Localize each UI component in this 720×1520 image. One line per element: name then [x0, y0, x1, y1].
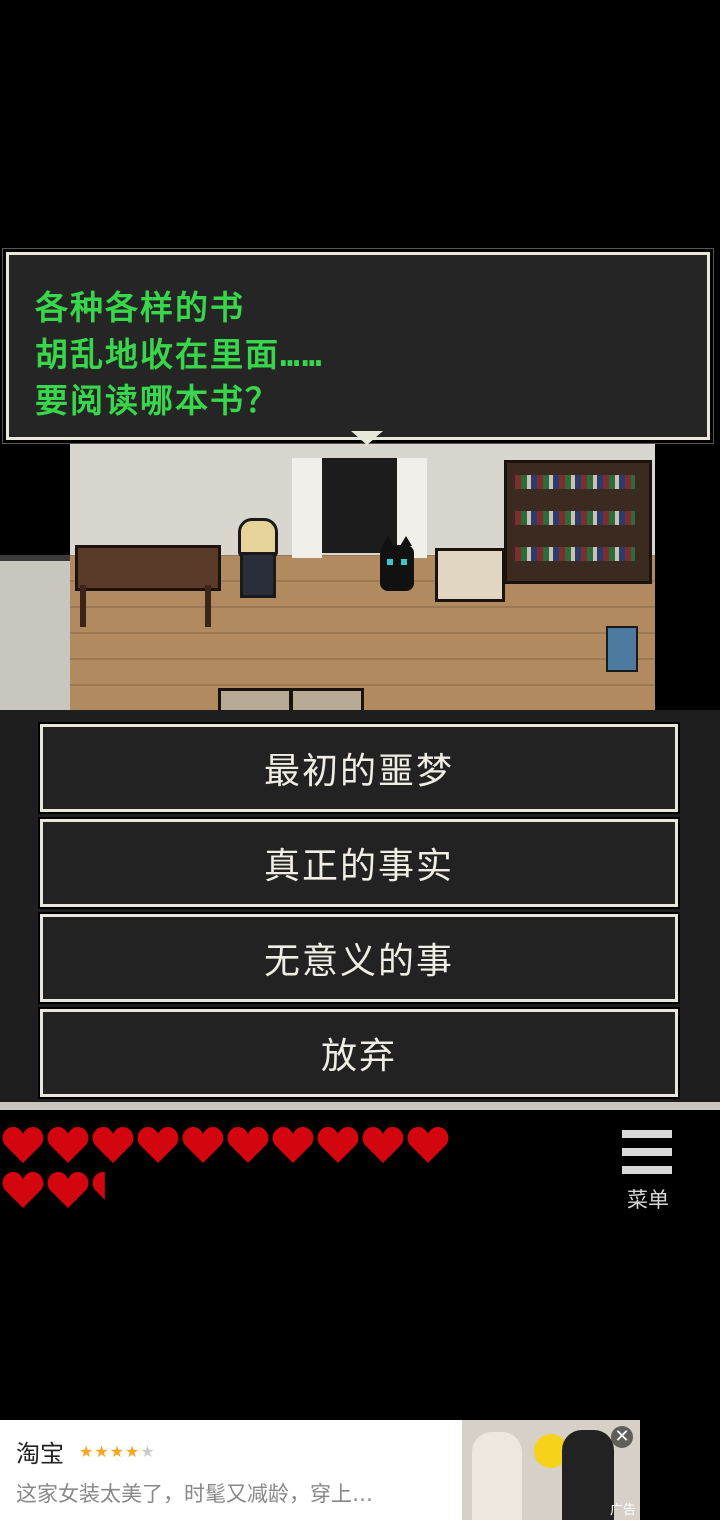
curtain-left: [292, 458, 322, 558]
heart-partial-icon: [92, 1170, 137, 1215]
shelf-row: [515, 475, 635, 489]
desk-leg: [205, 585, 211, 627]
heart-full-icon: [47, 1170, 92, 1215]
dialog-line-1: 各种各样的书: [35, 288, 245, 327]
dialog-line-2: 胡乱地收在里面……: [35, 335, 324, 374]
heart-full-icon: [227, 1125, 272, 1170]
continue-arrow-icon: [351, 431, 383, 445]
health-hearts: [2, 1125, 462, 1215]
heart-full-icon: [2, 1170, 47, 1215]
menu-icon-bar: [622, 1130, 672, 1138]
player-character: [230, 518, 280, 598]
scene-bottom-border: [0, 1102, 720, 1110]
desk-leg: [80, 585, 86, 627]
dialog-box[interactable]: 各种各样的书 胡乱地收在里面…… 要阅读哪本书？: [6, 252, 710, 445]
dialog-line-3: 要阅读哪本书？: [35, 381, 280, 420]
cat-eye: [387, 559, 393, 565]
choice-button-give-up[interactable]: 放弃: [40, 1009, 678, 1097]
cardboard-box: [435, 548, 505, 602]
choice-label: 无意义的事: [263, 941, 454, 982]
menu-icon-bar: [622, 1166, 672, 1174]
choice-label: 放弃: [320, 1036, 397, 1077]
heart-full-icon: [272, 1125, 317, 1170]
heart-full-icon: [47, 1125, 92, 1170]
shelf-row: [515, 547, 635, 561]
heart-full-icon: [2, 1125, 47, 1170]
star-filled-icon: ★: [109, 1442, 126, 1461]
star-filled-icon: ★: [94, 1442, 110, 1461]
choice-label: 真正的事实: [263, 846, 454, 887]
room: [70, 440, 655, 713]
choice-button-first-nightmare[interactable]: 最初的噩梦: [40, 724, 678, 812]
bookshelf[interactable]: [504, 460, 652, 584]
close-icon[interactable]: ✕: [611, 1426, 633, 1448]
heart-full-icon: [92, 1125, 137, 1170]
ad-model-image: [472, 1432, 522, 1520]
ad-title: 淘宝: [16, 1440, 64, 1468]
ad-rating-stars: ★★★★★: [79, 1442, 156, 1461]
cat-eye: [401, 559, 407, 565]
heart-full-icon: [182, 1125, 227, 1170]
heart-full-icon: [137, 1125, 182, 1170]
ad-description: 这家女装太美了，时髦又减龄，穿上…: [16, 1482, 373, 1506]
ad-banner[interactable]: 淘宝 ★★★★★ 这家女装太美了，时髦又减龄，穿上… ✕ 广告: [0, 1420, 640, 1520]
ad-model-image: [562, 1430, 614, 1520]
star-empty-icon: ★: [140, 1442, 156, 1461]
desk: [75, 545, 221, 591]
menu-label: 菜单: [627, 1188, 669, 1212]
ad-image[interactable]: ✕ 广告: [462, 1420, 640, 1520]
character-body: [240, 552, 276, 598]
heart-full-icon: [362, 1125, 407, 1170]
menu-icon-bar: [622, 1148, 672, 1156]
choice-button-true-fact[interactable]: 真正的事实: [40, 819, 678, 907]
heart-full-icon: [407, 1125, 452, 1170]
blue-book: [606, 626, 638, 672]
ad-label: 广告: [609, 1503, 636, 1518]
shelf-row: [515, 511, 635, 525]
star-filled-icon: ★: [79, 1442, 95, 1461]
menu-button[interactable]: 菜单: [618, 1128, 678, 1214]
black-cat: [380, 536, 414, 591]
choice-button-meaningless-thing[interactable]: 无意义的事: [40, 914, 678, 1002]
star-filled-icon: ★: [125, 1442, 141, 1461]
heart-full-icon: [317, 1125, 362, 1170]
choice-label: 最初的噩梦: [263, 751, 454, 792]
